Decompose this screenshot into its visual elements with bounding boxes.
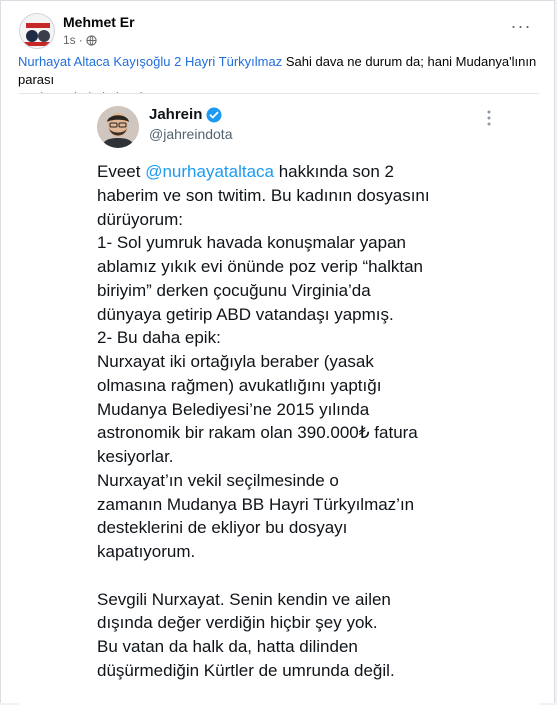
tweet-text-segment: hakkında son 2	[273, 162, 395, 181]
tweet-line: 1- Sol yumruk havada konuşmalar yapan	[97, 233, 406, 253]
tweet-handle: @jahreindota	[149, 126, 233, 142]
tweet-line: haberim ve son twitim. Bu kadının dosyas…	[97, 185, 430, 205]
tweet-line: kapatıyorum.	[97, 542, 196, 561]
tweet-line: Sevgili Nurxayat. Senin kendin ve ailen	[97, 589, 391, 609]
meta-separator: ·	[78, 33, 83, 47]
tweet-line: Bu vatan da halk da, hatta dilinden	[97, 637, 358, 656]
tweet-line: Eveet @nurhayataltaca hakkında son 2	[97, 160, 499, 184]
tweet-line: dürüyorum:	[97, 209, 183, 229]
globe-icon	[86, 34, 97, 46]
post-options-button[interactable]: ···	[507, 15, 535, 43]
post-image-tweet-screenshot[interactable]: Jahrein @jahreindota Eveet @nurhayatalta…	[19, 93, 539, 705]
tweet-line: dışında değer verdiğin hiçbir şey yok.	[97, 613, 378, 633]
tweet-author-name: Jahrein	[149, 106, 222, 123]
tweet-line: desteklerini de ekliyor bu dosyayı	[97, 518, 348, 538]
post-meta: 1s ·	[63, 33, 97, 47]
tweet-line: olmasına rağmen) avukatlığını yaptığı	[97, 375, 382, 395]
tweet-line: Nurxayat’ın vekil seçilmesinde o	[97, 470, 339, 490]
tweet-line: astronomik bir rakam olan 390.000₺ fatur…	[97, 423, 418, 443]
mention-link[interactable]: 2 Hayri Türkyılmaz	[174, 54, 282, 69]
tweet-line: zamanın Mudanya BB Hayri Türkyılmaz’ın	[97, 494, 415, 514]
tweet-body: Eveet @nurhayataltaca hakkında son 2 hab…	[97, 160, 499, 683]
feed-post-card: Mehmet Er 1s · ··· Nurhayat Altaca Kayış…	[0, 0, 555, 705]
embedded-tweet: Jahrein @jahreindota Eveet @nurhayatalta…	[97, 94, 497, 705]
post-time[interactable]: 1s	[63, 33, 76, 47]
tweet-avatar	[97, 106, 139, 148]
tweet-line: kesiyorlar.	[97, 447, 174, 466]
mention-link[interactable]: Nurhayat Altaca Kayışoğlu	[18, 54, 170, 69]
post-text-line-1: Nurhayat Altaca Kayışoğlu 2 Hayri Türkyı…	[18, 53, 543, 89]
post-header: Mehmet Er 1s · ···	[19, 11, 539, 51]
tweet-line: dünyaya getirip ABD vatandaşı yapmış.	[97, 304, 394, 324]
tweet-line: düşürmediğin Kürtler de umrunda değil.	[97, 660, 395, 680]
author-avatar[interactable]	[19, 13, 55, 49]
tweet-line: 2- Bu daha epik:	[97, 328, 221, 348]
avatar-image	[20, 14, 54, 48]
tweet-line: ablamız yıkık evi önünde poz verip “halk…	[97, 257, 424, 276]
tweet-more-icon	[487, 110, 491, 126]
tweet-author-name-text: Jahrein	[149, 106, 203, 123]
tweet-line: Nurxayat iki ortağıyla beraber (yasak	[97, 352, 374, 371]
tweet-mention: @nurhayataltaca	[145, 162, 274, 181]
verified-badge-icon	[206, 107, 222, 122]
author-name[interactable]: Mehmet Er	[63, 14, 135, 30]
tweet-line: biriyim” derken çocuğunu Virginia’da	[97, 280, 371, 300]
tweet-line: Mudanya Belediyesi’ne 2015 yılında	[97, 399, 370, 419]
tweet-line	[97, 564, 499, 588]
tweet-avatar-image	[97, 106, 139, 148]
tweet-text-segment: Eveet	[97, 162, 146, 181]
